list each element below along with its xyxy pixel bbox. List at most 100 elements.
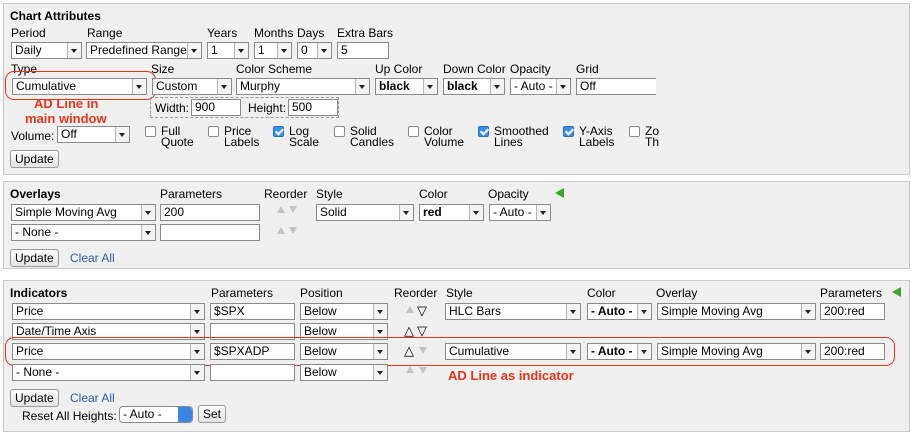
collapse-arrow-icon[interactable] [892,287,901,297]
indicator-1-value: Price [16,304,44,318]
indicator-2-move-down-icon[interactable]: ▽ [417,324,427,337]
price-labels-checkbox[interactable] [208,126,219,137]
overlay-2-params-input[interactable] [160,224,260,241]
indicator-1-style-select[interactable]: HLC Bars [445,303,581,320]
color-scheme-value: Murphy [240,79,281,93]
chevron-down-icon [373,365,387,380]
log-scale-checkbox[interactable] [273,126,284,137]
indicator-2-value: Date/Time Axis [16,324,97,338]
days-select[interactable]: 0 [297,42,332,59]
indicator-4-position-select[interactable]: Below [300,364,388,381]
period-select[interactable]: Daily [11,42,82,59]
overlays-title: Overlays [10,187,61,201]
size-label: Size [151,62,175,76]
collapse-arrow-icon[interactable] [555,188,564,198]
indicator-1-overlay-params-input[interactable]: 200:red [820,303,885,320]
indicator-4-select[interactable]: - None - [12,364,205,381]
chevron-down-icon [801,304,815,319]
chevron-down-icon [469,205,483,220]
zoom-checkbox[interactable] [629,126,640,137]
indicator-1-select[interactable]: Price [12,303,205,320]
indicator-1-position-select[interactable]: Below [300,303,388,320]
chevron-down-icon [373,304,387,319]
years-select[interactable]: 1 [207,42,249,59]
height-input[interactable]: 500 [288,99,338,116]
chart-update-button[interactable]: Update [10,150,59,168]
chevron-down-icon [536,205,550,220]
overlays-update-button[interactable]: Update [10,249,59,267]
overlay-1-select[interactable]: Simple Moving Avg [11,204,156,221]
overlay-1-opacity-select[interactable]: - Auto - [489,204,551,221]
overlay-1-style-select[interactable]: Solid [316,204,414,221]
indicator-1-move-down-icon[interactable]: ▽ [417,304,427,317]
solid-candles-checkbox[interactable] [334,126,345,137]
overlay-1-style-value: Solid [320,205,347,219]
chevron-down-icon [141,225,155,240]
overlay-style-label: Style [316,187,343,201]
overlays-clear-all-link[interactable]: Clear All [70,251,115,265]
set-button[interactable]: Set [198,405,227,423]
chevron-down-icon [115,127,129,142]
ind-style-label: Style [446,286,473,300]
size-select[interactable]: Custom [152,78,232,95]
overlay-2-select[interactable]: - None - [11,224,156,241]
indicator-1-position-value: Below [304,304,337,318]
stepper-icon [178,407,192,422]
extra-bars-input[interactable]: 5 [337,42,389,59]
overlay-1-move-up-icon [277,206,285,213]
years-label: Years [207,26,238,40]
indicator-4-params-input[interactable] [210,364,295,381]
color-scheme-select[interactable]: Murphy [236,78,370,95]
volume-select[interactable]: Off [57,126,130,143]
overlay-2-value: - None - [15,225,59,239]
full-quote-checkbox[interactable] [145,126,156,137]
width-input[interactable]: 900 [191,99,241,116]
indicator-1-params-input[interactable]: $SPX [210,303,295,320]
indicator-2-move-up-icon[interactable]: △ [404,324,414,337]
months-label: Months [254,26,294,40]
chevron-down-icon [217,79,231,94]
months-select[interactable]: 1 [254,42,292,59]
overlay-1-value: Simple Moving Avg [15,205,117,219]
up-color-value: black [379,79,410,93]
indicator-1-color-select[interactable]: - Auto - [587,303,652,320]
up-color-select[interactable]: black [375,78,438,95]
overlay-1-params-input[interactable]: 200 [160,204,260,221]
color-volume-checkbox[interactable] [408,126,419,137]
overlay-1-color-value: red [423,205,442,219]
smoothed-lines-checkbox[interactable] [478,126,489,137]
chevron-down-icon [423,79,437,94]
y-axis-labels-checkbox[interactable] [563,126,574,137]
chevron-down-icon [187,43,201,58]
indicator-2-position-value: Below [304,324,337,338]
years-value: 1 [211,43,218,57]
chevron-down-icon [490,79,504,94]
chevron-down-icon [556,79,570,94]
reset-heights-select[interactable]: - Auto - [119,406,193,423]
grid-label: Grid [576,62,599,76]
days-label: Days [297,26,325,40]
chevron-down-icon [190,304,204,319]
grid-field[interactable]: Off [576,78,656,95]
range-select[interactable]: Predefined Range [86,42,202,59]
extra-bars-label: Extra Bars [337,26,394,40]
indicators-clear-all-link[interactable]: Clear All [70,391,115,405]
chevron-down-icon [190,365,204,380]
up-color-label: Up Color [375,62,423,76]
down-color-select[interactable]: black [443,78,505,95]
reset-heights-value: - Auto - [123,407,162,421]
chevron-down-icon [67,43,81,58]
overlay-parameters-label: Parameters [160,187,223,201]
zoom-label: Zo Th [645,124,660,149]
indicator-1-overlay-select[interactable]: Simple Moving Avg [657,303,816,320]
indicators-update-button[interactable]: Update [10,389,59,407]
overlay-1-color-select[interactable]: red [419,204,484,221]
months-value: 1 [258,43,265,57]
chevron-down-icon [399,205,413,220]
period-value: Daily [15,43,42,57]
indicator-4-value: - None - [16,365,60,379]
opacity-value: - Auto - [514,79,553,93]
indicator-4-move-up-icon [406,366,414,373]
ind-reorder-label: Reorder [394,286,438,300]
opacity-select[interactable]: - Auto - [510,78,571,95]
